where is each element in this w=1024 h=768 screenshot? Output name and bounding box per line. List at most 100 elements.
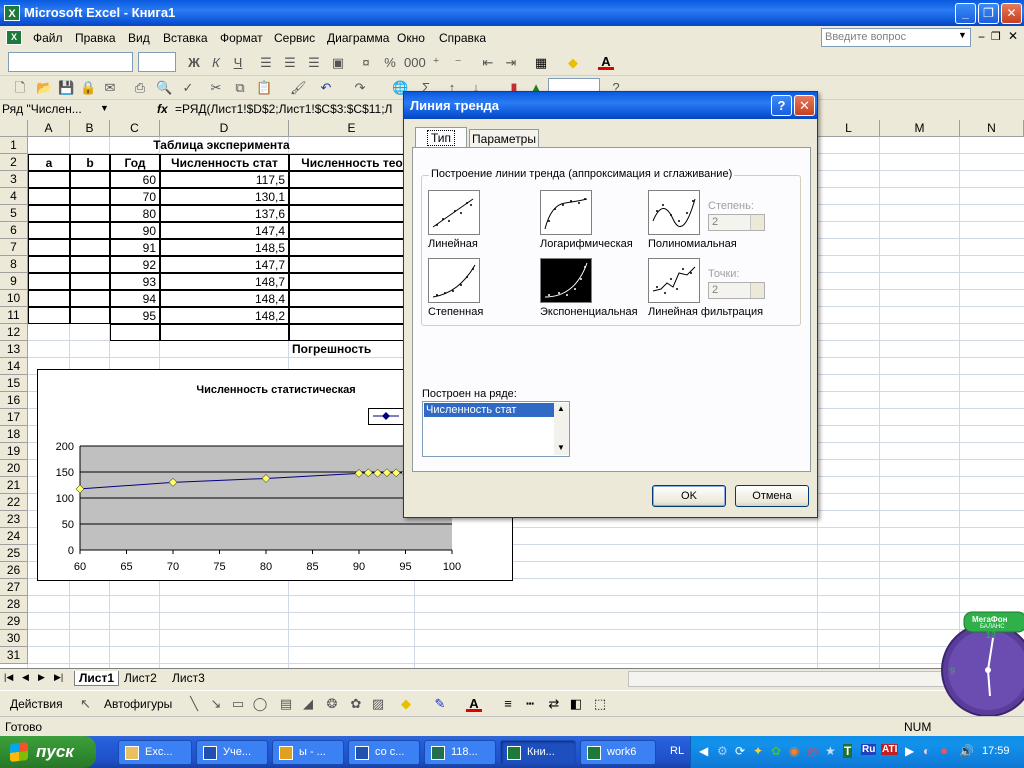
table-cell-a[interactable] <box>28 239 70 256</box>
insert-picture-icon[interactable]: ▨ <box>370 696 386 712</box>
clipart-icon[interactable]: ✿ <box>348 696 364 712</box>
save-icon[interactable]: 💾 <box>58 80 74 96</box>
currency-icon[interactable]: ¤ <box>358 55 374 71</box>
tray-antivirus-icon[interactable]: ✦ <box>753 744 763 758</box>
task-button-2[interactable]: Уче... <box>196 740 268 765</box>
column-header-c[interactable]: C <box>110 120 160 137</box>
font-size-combo[interactable] <box>138 52 176 72</box>
table-cell-a[interactable] <box>28 222 70 239</box>
table-cell-a[interactable] <box>28 188 70 205</box>
redo-icon[interactable]: ↷ <box>352 80 368 96</box>
format-painter-icon[interactable]: 🖌 <box>290 80 307 96</box>
row-header[interactable]: 19 <box>0 443 28 460</box>
trend-logarithmic-option[interactable] <box>540 190 592 235</box>
table-cell-theory-value[interactable] <box>289 239 415 256</box>
column-header-e[interactable]: E <box>289 120 415 137</box>
decrease-indent-icon[interactable]: ⇤ <box>480 55 496 71</box>
row-header[interactable]: 29 <box>0 613 28 630</box>
table-header-cell[interactable]: a <box>28 154 70 171</box>
table-cell-b[interactable] <box>70 290 110 307</box>
row-header[interactable]: 28 <box>0 596 28 613</box>
table-cell-stat-value[interactable]: 148,7 <box>160 273 289 290</box>
doc-close-button[interactable]: ✕ <box>1008 29 1018 43</box>
print-icon[interactable]: ⎙ <box>132 80 148 96</box>
trend-power-label[interactable]: Степенная <box>428 306 483 318</box>
insert-function-icon[interactable]: fx <box>157 102 168 116</box>
table-cell-stat-value[interactable]: 148,2 <box>160 307 289 324</box>
first-sheet-icon[interactable]: |◀ <box>4 672 13 683</box>
borders-icon[interactable]: ▦ <box>533 55 549 71</box>
table-cell-empty[interactable] <box>289 324 415 341</box>
trend-moving-average-option[interactable] <box>648 258 700 303</box>
table-cell-year[interactable]: 70 <box>110 188 160 205</box>
trend-power-option[interactable] <box>428 258 480 303</box>
trend-polynomial-option[interactable] <box>648 190 700 235</box>
restore-button[interactable]: ❐ <box>978 3 999 24</box>
megafon-balance-widget[interactable]: 9 12 МегаФон БАЛАНС <box>938 610 1024 717</box>
italic-icon[interactable]: К <box>208 55 224 71</box>
trend-moving-average-label[interactable]: Линейная фильтрация <box>648 306 763 318</box>
row-header[interactable]: 11 <box>0 307 28 324</box>
table-cell-stat-value[interactable]: 147,4 <box>160 222 289 239</box>
menu-view[interactable]: Вид <box>128 31 150 45</box>
tray-volume-icon[interactable]: 🔊 <box>959 744 974 758</box>
table-cell-b[interactable] <box>70 205 110 222</box>
draw-font-color-icon[interactable]: A <box>466 696 482 712</box>
row-header[interactable]: 5 <box>0 205 28 222</box>
row-header[interactable]: 26 <box>0 562 28 579</box>
align-right-icon[interactable]: ☰ <box>306 55 322 71</box>
row-header[interactable]: 3 <box>0 171 28 188</box>
textbox-tool-icon[interactable]: ▤ <box>278 696 294 712</box>
column-header-l[interactable]: L <box>818 120 880 137</box>
tray-globe-icon[interactable]: ◉ <box>789 744 799 758</box>
menu-help[interactable]: Справка <box>439 31 486 45</box>
row-header[interactable]: 17 <box>0 409 28 426</box>
degree-spinner[interactable]: 2 <box>708 214 765 231</box>
language-indicator[interactable]: RL <box>670 745 684 757</box>
task-button-5[interactable]: 118... <box>424 740 496 765</box>
row-header[interactable]: 14 <box>0 358 28 375</box>
next-sheet-icon[interactable]: ▶ <box>38 672 45 683</box>
menu-format[interactable]: Формат <box>220 31 263 45</box>
row-header[interactable]: 8 <box>0 256 28 273</box>
table-cell-theory-value[interactable] <box>289 256 415 273</box>
row-header[interactable]: 6 <box>0 222 28 239</box>
series-scrollbar[interactable]: ▲ ▼ <box>554 403 569 455</box>
row-header[interactable]: 20 <box>0 460 28 477</box>
row-header[interactable]: 24 <box>0 528 28 545</box>
name-box[interactable]: Ряд "Числен... <box>2 102 112 119</box>
open-icon[interactable]: 📂 <box>36 80 52 96</box>
tab-parameters[interactable]: Параметры <box>469 129 539 147</box>
doc-restore-button[interactable]: ❐ <box>991 30 1001 43</box>
trend-logarithmic-label[interactable]: Логарифмическая <box>540 238 633 250</box>
wordart-icon[interactable]: ◢ <box>300 696 316 712</box>
table-cell-b[interactable] <box>70 273 110 290</box>
table-cell-year[interactable]: 92 <box>110 256 160 273</box>
trend-linear-option[interactable] <box>428 190 480 235</box>
increase-indent-icon[interactable]: ⇥ <box>503 55 519 71</box>
trend-linear-label[interactable]: Линейная <box>428 238 478 250</box>
menu-chart[interactable]: Диаграмма <box>327 31 389 45</box>
column-header-m[interactable]: M <box>880 120 960 137</box>
menu-insert[interactable]: Вставка <box>163 31 208 45</box>
row-header[interactable]: 16 <box>0 392 28 409</box>
points-spinner[interactable]: 2 <box>708 282 765 299</box>
diagram-icon[interactable]: ❂ <box>324 696 340 712</box>
table-cell-year[interactable]: 94 <box>110 290 160 307</box>
table-header-cell[interactable]: Год <box>110 154 160 171</box>
table-header-cell[interactable]: Численность тео <box>289 154 415 171</box>
task-button-3[interactable]: ы - ... <box>272 740 344 765</box>
table-header-cell[interactable]: Численность стат <box>160 154 289 171</box>
table-header-cell[interactable]: b <box>70 154 110 171</box>
workbook-icon[interactable]: X <box>6 30 22 45</box>
menu-window[interactable]: Окно <box>397 31 425 45</box>
copy-icon[interactable]: ⧉ <box>232 80 248 96</box>
table-cell-a[interactable] <box>28 273 70 290</box>
tab-type[interactable]: Тип <box>415 127 467 147</box>
paste-icon[interactable]: 📋 <box>256 80 272 96</box>
draw-fill-color-icon[interactable]: ◆ <box>398 696 414 712</box>
cancel-button[interactable]: Отмена <box>735 485 809 507</box>
tray-messenger-icon[interactable]: ✿ <box>771 744 781 758</box>
table-cell-a[interactable] <box>28 256 70 273</box>
rectangle-tool-icon[interactable]: ▭ <box>230 696 246 712</box>
